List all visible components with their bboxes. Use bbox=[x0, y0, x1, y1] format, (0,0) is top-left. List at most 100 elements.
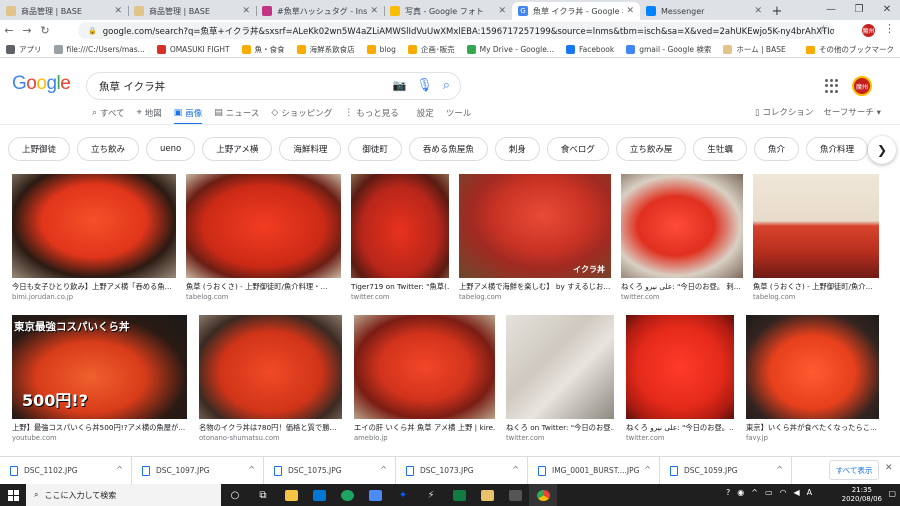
tab-all[interactable]: ⌕ すべて bbox=[92, 106, 125, 120]
google-logo[interactable]: Google bbox=[12, 73, 71, 95]
download-item[interactable]: DSC_1073.JPG ^ bbox=[396, 456, 528, 485]
result-thumbnail[interactable] bbox=[354, 315, 495, 419]
related-search-chip[interactable]: 生牡蠣 bbox=[693, 137, 747, 161]
app-icon[interactable]: ⚡ bbox=[417, 484, 445, 506]
search-input[interactable]: 魚草 イクラ丼 📷 🎙 ⌕ bbox=[86, 72, 461, 100]
tab-close-icon[interactable]: ✕ bbox=[626, 6, 634, 16]
result-title[interactable]: エイの肝 いくら丼 魚草 アメ横 上野 | kire... bbox=[354, 423, 495, 432]
result-title[interactable]: ねくろ علی نیرو: "今日のお昼。... bbox=[626, 423, 734, 432]
chevron-up-icon[interactable]: ^ bbox=[644, 465, 651, 474]
image-result[interactable]: イクラ丼 上野アメ横で海鮮を楽しむ】 by すえるじお... tabelog.com bbox=[459, 174, 611, 301]
result-title[interactable]: 上野アメ横で海鮮を楽しむ】 by すえるじお... bbox=[459, 282, 611, 291]
mail-icon[interactable] bbox=[305, 484, 333, 506]
result-title[interactable]: 東京】いくら丼が食べたくなったらこ... bbox=[746, 423, 879, 432]
image-result[interactable]: 今日も女子ひとり飲み】上野アメ横「呑める魚... bimi.jorudan.co.… bbox=[12, 174, 176, 301]
image-result[interactable]: 魚草 (うおくさ) - 上野御徒町/魚介... tabelog.com bbox=[753, 174, 879, 301]
store-icon[interactable] bbox=[361, 484, 389, 506]
minimize-icon[interactable]: — bbox=[820, 0, 842, 18]
dropbox-icon[interactable]: ✦ bbox=[389, 484, 417, 506]
image-result[interactable]: 名物のイクラ丼は780円！価格と質で勝... otonano-shumatsu.c… bbox=[199, 315, 342, 442]
related-search-chip[interactable]: 上野アメ横 bbox=[202, 137, 273, 161]
image-result[interactable]: ねくろ on Twitter: "今日のお昼... twitter.com bbox=[506, 315, 614, 442]
bookmark-item[interactable]: 海鮮系飲食店 bbox=[296, 44, 355, 55]
tab-close-icon[interactable]: ✕ bbox=[114, 6, 122, 16]
chevron-up-icon[interactable]: ^ bbox=[380, 465, 387, 474]
taskbar-clock[interactable]: 21:35 2020/08/06 bbox=[842, 486, 882, 504]
app-folder-icon[interactable] bbox=[473, 484, 501, 506]
result-thumbnail[interactable]: イクラ丼 bbox=[459, 174, 611, 278]
ime-icon[interactable]: A bbox=[807, 488, 812, 497]
image-result[interactable]: 魚草 (うおくさ) - 上野御徒町/魚介料理・... tabelog.com bbox=[186, 174, 341, 301]
search-icon[interactable]: ⌕ bbox=[443, 78, 450, 93]
related-search-chip[interactable]: 呑める魚屋魚 bbox=[408, 137, 488, 161]
tab-settings[interactable]: 設定 bbox=[417, 106, 434, 120]
file-explorer-icon[interactable] bbox=[277, 484, 305, 506]
account-avatar[interactable]: 魔州 bbox=[852, 76, 872, 96]
battery-icon[interactable]: ▭ bbox=[765, 488, 773, 497]
tray-chevron-icon[interactable]: ^ bbox=[751, 488, 758, 497]
bookmark-item[interactable]: blog bbox=[366, 44, 396, 54]
download-item[interactable]: DSC_1075.JPG ^ bbox=[264, 456, 396, 485]
bookmark-item[interactable]: gmail - Google 検索 bbox=[626, 44, 711, 55]
bookmark-item[interactable]: ホーム | BASE bbox=[723, 44, 786, 55]
back-icon[interactable]: ← bbox=[0, 24, 18, 37]
people-icon[interactable]: ◉ bbox=[737, 488, 744, 497]
bookmark-item[interactable]: 企画･販売 bbox=[407, 44, 455, 55]
tab-maps[interactable]: ⌖ 地図 bbox=[137, 106, 162, 120]
result-title[interactable]: 魚草 (うおくさ) - 上野御徒町/魚介... bbox=[753, 282, 879, 291]
taskbar-search[interactable]: ⌕ ここに入力して検索 bbox=[26, 484, 221, 506]
result-thumbnail[interactable] bbox=[626, 315, 734, 419]
show-all-downloads-button[interactable]: すべて表示 bbox=[829, 460, 879, 480]
related-search-chip[interactable]: 魚介 bbox=[753, 137, 799, 161]
tab-close-icon[interactable]: ✕ bbox=[754, 6, 762, 16]
related-search-chip[interactable]: 魚介料理 bbox=[805, 137, 868, 161]
image-result[interactable]: ねくろ علی نیرو: "今日のお昼。 刺... twitter.com bbox=[621, 174, 743, 301]
forward-icon[interactable]: → bbox=[18, 24, 36, 37]
notification-icon[interactable]: ▢ bbox=[888, 489, 896, 498]
collection-link[interactable]: ▯ コレクション bbox=[755, 106, 813, 118]
result-title[interactable]: Tiger719 on Twitter: "魚草(... bbox=[351, 282, 449, 291]
result-title[interactable]: ねくろ علی نیرو: "今日のお昼。 刺... bbox=[621, 282, 743, 291]
result-thumbnail[interactable] bbox=[186, 174, 341, 278]
download-item[interactable]: DSC_1059.JPG ^ bbox=[660, 456, 792, 485]
close-window-icon[interactable]: ✕ bbox=[876, 0, 898, 18]
other-bookmarks[interactable]: その他のブックマーク bbox=[806, 44, 894, 55]
url-bar[interactable]: 🔒 google.com/search?q=魚草+イクラ丼&sxsrf=ALeK… bbox=[78, 22, 834, 39]
edge-icon[interactable] bbox=[333, 484, 361, 506]
new-tab-icon[interactable]: + bbox=[768, 2, 786, 20]
browser-tab[interactable]: G 魚草 イクラ丼 - Google 検索✕ bbox=[512, 2, 640, 20]
result-title[interactable]: ねくろ on Twitter: "今日のお昼... bbox=[506, 423, 614, 432]
result-title[interactable]: 今日も女子ひとり飲み】上野アメ横「呑める魚... bbox=[12, 282, 176, 291]
download-item[interactable]: DSC_1097.JPG ^ bbox=[132, 456, 264, 485]
tab-more[interactable]: ⋮ もっと見る bbox=[344, 106, 399, 120]
related-search-chip[interactable]: ueno bbox=[146, 137, 196, 161]
image-result[interactable]: 東京】いくら丼が食べたくなったらこ... favy.jp bbox=[746, 315, 879, 442]
bookmark-item[interactable]: file:///C:/Users/mas... bbox=[53, 44, 145, 54]
chevron-up-icon[interactable]: ^ bbox=[116, 465, 123, 474]
windows-start-icon[interactable] bbox=[0, 484, 26, 506]
browser-tab[interactable]: 写真 - Google フォト ✕ bbox=[384, 2, 512, 20]
close-downloads-icon[interactable]: ✕ bbox=[885, 463, 893, 473]
task-view-icon[interactable]: ⧉ bbox=[249, 484, 277, 506]
bookmark-item[interactable]: 魚・食食 bbox=[241, 44, 285, 55]
browser-tab[interactable]: Messenger ✕ bbox=[640, 2, 768, 20]
download-item[interactable]: IMG_0001_BURST....JPG ^ bbox=[528, 456, 660, 485]
tab-news[interactable]: ▤ ニュース bbox=[214, 106, 259, 120]
result-thumbnail[interactable] bbox=[621, 174, 743, 278]
bookmark-item[interactable]: アプリ bbox=[6, 44, 42, 55]
related-search-chip[interactable]: 食べログ bbox=[546, 137, 609, 161]
chrome-icon[interactable] bbox=[529, 484, 557, 506]
tab-tools[interactable]: ツール bbox=[446, 106, 472, 120]
maximize-icon[interactable]: ❐ bbox=[848, 0, 870, 18]
image-result[interactable]: エイの肝 いくら丼 魚草 アメ横 上野 | kire... ameblo.jp bbox=[354, 315, 495, 442]
related-search-chip[interactable]: 御徒町 bbox=[348, 137, 402, 161]
related-search-chip[interactable]: 上野御徒 bbox=[8, 137, 71, 161]
photo-app-icon[interactable] bbox=[501, 484, 529, 506]
chevron-up-icon[interactable]: ^ bbox=[512, 465, 519, 474]
safesearch-dropdown[interactable]: セーフサーチ ▾ bbox=[823, 106, 880, 118]
bookmark-item[interactable]: OMASUKI FIGHT bbox=[156, 44, 230, 54]
excel-icon[interactable] bbox=[445, 484, 473, 506]
result-title[interactable]: 名物のイクラ丼は780円！価格と質で勝... bbox=[199, 423, 342, 432]
image-result[interactable]: Tiger719 on Twitter: "魚草(... twitter.com bbox=[351, 174, 449, 301]
bookmark-item[interactable]: Facebook bbox=[565, 44, 614, 54]
